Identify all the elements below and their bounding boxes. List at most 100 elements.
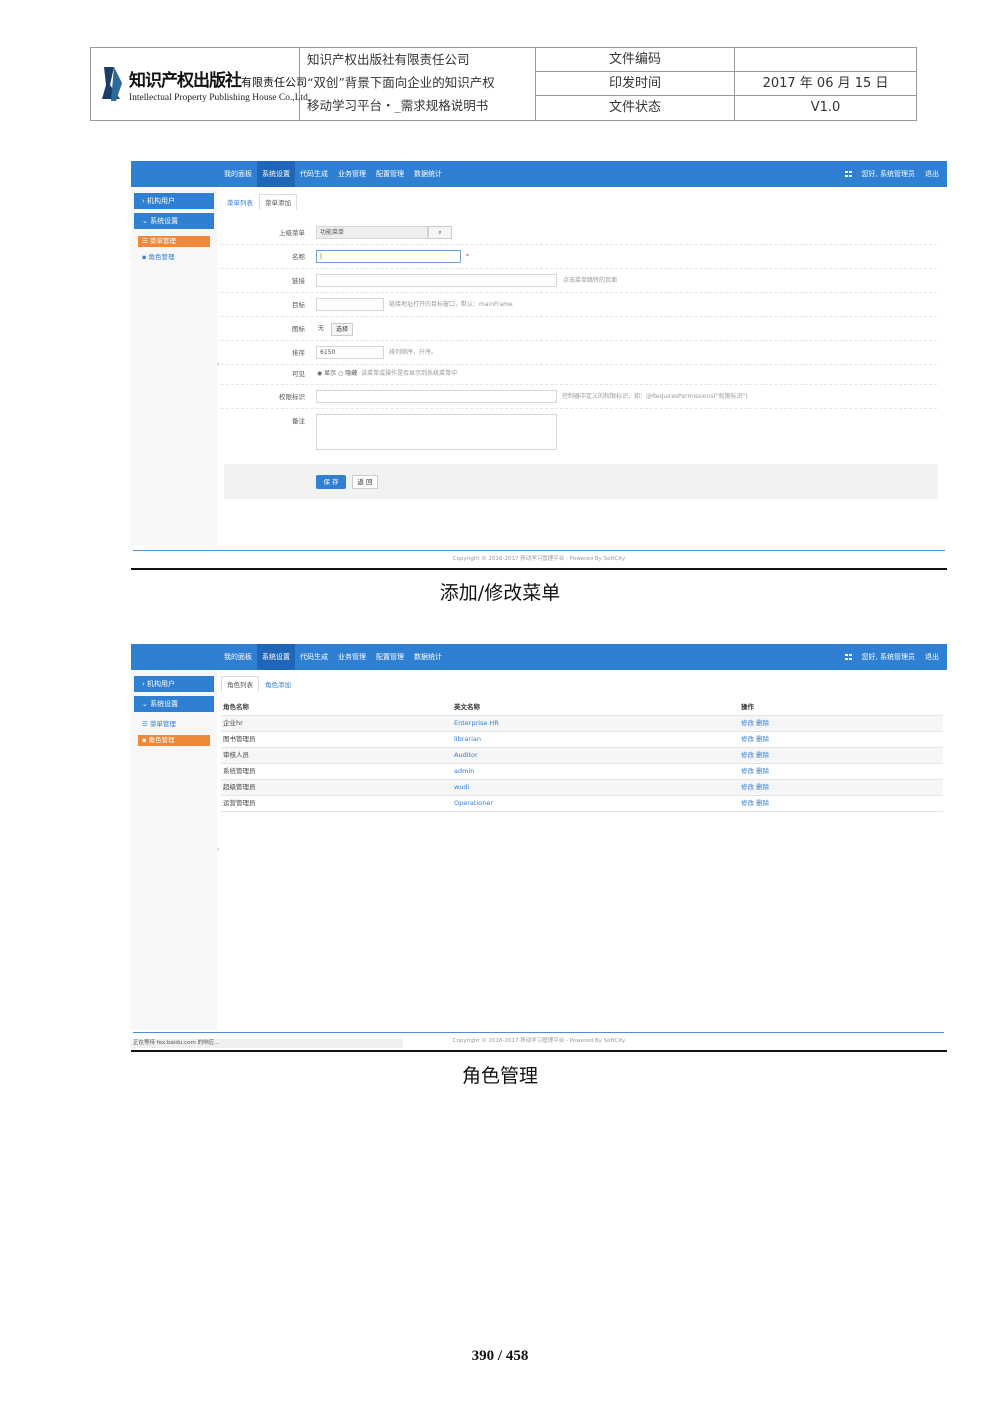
nav-item-system[interactable]: 系统设置 (257, 644, 295, 670)
top-menu: 我的面板 系统设置 代码生成 业务管理 配置管理 数据统计 (219, 161, 447, 187)
sidebar-item-role[interactable]: ▪ 角色管理 (138, 735, 210, 746)
permission-input[interactable] (316, 390, 557, 403)
nav-item-stats[interactable]: 数据统计 (409, 161, 447, 187)
user-greeting[interactable]: 您好, 系统管理员 (862, 652, 915, 662)
nav-item-dashboard[interactable]: 我的面板 (219, 644, 257, 670)
menu-form-screenshot: 我的面板 系统设置 代码生成 业务管理 配置管理 数据统计 您好, 系统管理员 … (131, 161, 947, 570)
logo-english-name: Intellectual Property Publishing House C… (129, 93, 311, 103)
sidebar-group-org-users[interactable]: › 机构用户 (134, 193, 214, 209)
sidebar-item-role[interactable]: ▪ 角色管理 (138, 252, 210, 263)
tab-menu-add[interactable]: 菜单添加 (259, 194, 297, 210)
chevron-down-icon: ⌄ (142, 217, 148, 225)
column-header: 英文名称 (454, 703, 480, 711)
sidebar-item-label: 菜单管理 (149, 237, 176, 245)
logout-link[interactable]: 退出 (925, 169, 939, 179)
sidebar-item-label: 角色管理 (148, 253, 175, 261)
row-remark: 备注 (221, 409, 937, 457)
role-tabs: 角色列表 角色添加 (221, 676, 297, 692)
meta-row-code: 文件编码 (536, 48, 917, 72)
table-row: 审核人员 Auditor 修改 删除 (221, 748, 943, 764)
tab-menu-list[interactable]: 菜单列表 (221, 194, 259, 210)
icon-value: 无 (318, 325, 325, 332)
role-name-cell: 图书管理员 (223, 735, 256, 743)
role-en-link[interactable]: Auditor (454, 748, 478, 763)
sidebar-group-org-users[interactable]: › 机构用户 (134, 676, 214, 692)
role-en-link[interactable]: wudi (454, 780, 469, 795)
row-actions-links[interactable]: 修改 删除 (741, 732, 769, 747)
row-actions-links[interactable]: 修改 删除 (741, 780, 769, 795)
nav-item-system[interactable]: 系统设置 (257, 161, 295, 187)
sidebar: › 机构用户 ⌄ 系统设置 ☰ 菜单管理 ▪ 角色管理 (131, 187, 217, 545)
sidebar-item-menu[interactable]: ☰ 菜单管理 (138, 236, 210, 247)
save-button[interactable]: 保 存 (316, 475, 346, 489)
field-hint: 链接地址打开的目标窗口，默认：mainFrame (389, 301, 513, 308)
sidebar-collapse-icon[interactable]: ‹ (217, 846, 221, 853)
table-row: 运营管理员 Operationer 修改 删除 (221, 796, 943, 812)
required-mark: * (466, 253, 469, 260)
sidebar-group-label: 机构用户 (147, 197, 176, 205)
row-actions-links[interactable]: 修改 删除 (741, 748, 769, 763)
table-row: 企业hr Enterprise HR 修改 删除 (221, 716, 943, 732)
footer-copyright: Copyright © 2016-2017 移动学习管理平台 - Powered… (452, 556, 626, 562)
list-icon: ☰ (142, 720, 148, 728)
field-hint: 该菜单或操作是否显示到系统菜单中 (361, 370, 458, 377)
logout-link[interactable]: 退出 (925, 652, 939, 662)
role-en-link[interactable]: librarian (454, 732, 481, 747)
radio-checked-icon[interactable]: ◉ (317, 370, 322, 377)
role-en-link[interactable]: Operationer (454, 796, 493, 811)
field-label: 排序 (292, 349, 305, 357)
search-icon[interactable]: ⌕ (428, 226, 452, 239)
radio-icon[interactable]: ○ (338, 370, 343, 377)
nav-item-codegen[interactable]: 代码生成 (295, 644, 333, 670)
row-actions-links[interactable]: 修改 删除 (741, 716, 769, 731)
parent-menu-input[interactable]: 功能菜单 (316, 226, 428, 239)
menu-tabs: 菜单列表 菜单添加 (221, 194, 297, 210)
sidebar: › 机构用户 ⌄ 系统设置 ☰ 菜单管理 ▪ 角色管理 (131, 670, 217, 1030)
grid-icon[interactable] (844, 171, 852, 177)
meta-row-status: 文件状态 V1.0 (536, 96, 917, 120)
row-actions-links[interactable]: 修改 删除 (741, 764, 769, 779)
name-input[interactable]: | (316, 250, 461, 263)
row-permission: 权限标识 控制器中定义的权限标识，如：@RequiresPermissions(… (221, 385, 937, 409)
back-button[interactable]: 返 回 (352, 475, 378, 489)
sidebar-group-system[interactable]: ⌄ 系统设置 (134, 213, 214, 229)
document-title: 知识产权出版社有限责任公司 “双创”背景下面向企业的知识产权 移动学习平台・_需… (299, 48, 536, 120)
footer-divider (133, 550, 945, 551)
nav-item-config[interactable]: 配置管理 (371, 161, 409, 187)
target-input[interactable] (316, 298, 384, 311)
sidebar-group-system[interactable]: ⌄ 系统设置 (134, 696, 214, 712)
nav-item-business[interactable]: 业务管理 (333, 161, 371, 187)
nav-item-config[interactable]: 配置管理 (371, 644, 409, 670)
column-header: 角色名称 (223, 703, 249, 711)
top-navbar: 我的面板 系统设置 代码生成 业务管理 配置管理 数据统计 您好, 系统管理员 … (131, 161, 947, 187)
list-icon: ☰ (142, 237, 148, 245)
tab-role-add[interactable]: 角色添加 (259, 676, 297, 692)
sidebar-group-label: 机构用户 (147, 680, 176, 688)
role-en-link[interactable]: Enterprise HR (454, 716, 499, 731)
meta-label: 印发时间 (536, 72, 735, 95)
title-line: 移动学习平台・_需求规格说明书 (307, 98, 489, 113)
sidebar-group-label: 系统设置 (150, 700, 179, 708)
page-number: 390 / 458 (471, 1348, 529, 1364)
user-greeting[interactable]: 您好, 系统管理员 (862, 169, 915, 179)
sidebar-item-menu[interactable]: ☰ 菜单管理 (138, 719, 210, 730)
nav-item-codegen[interactable]: 代码生成 (295, 161, 333, 187)
link-input[interactable] (316, 274, 557, 287)
nav-item-stats[interactable]: 数据统计 (409, 644, 447, 670)
role-name-cell: 企业hr (223, 719, 243, 727)
nav-item-business[interactable]: 业务管理 (333, 644, 371, 670)
role-en-link[interactable]: admin (454, 764, 474, 779)
sort-input[interactable]: 6150 (316, 346, 384, 359)
browser-status-bar: 正在等待 fex.baidu.com 的响应... (131, 1039, 403, 1048)
caption-menu-form: 添加/修改菜单 (439, 582, 561, 604)
remark-textarea[interactable] (316, 414, 557, 450)
tab-role-list[interactable]: 角色列表 (221, 676, 259, 692)
select-icon-button[interactable]: 选择 (331, 323, 354, 336)
meta-value: V1.0 (810, 100, 841, 115)
row-actions-links[interactable]: 修改 删除 (741, 796, 769, 811)
row-target: 目标 链接地址打开的目标窗口，默认：mainFrame (221, 293, 937, 317)
role-name-cell: 运营管理员 (223, 799, 256, 807)
publisher-logo: 知识产权出版社有限责任公司 Intellectual Property Publ… (91, 48, 310, 120)
grid-icon[interactable] (844, 654, 852, 660)
nav-item-dashboard[interactable]: 我的面板 (219, 161, 257, 187)
